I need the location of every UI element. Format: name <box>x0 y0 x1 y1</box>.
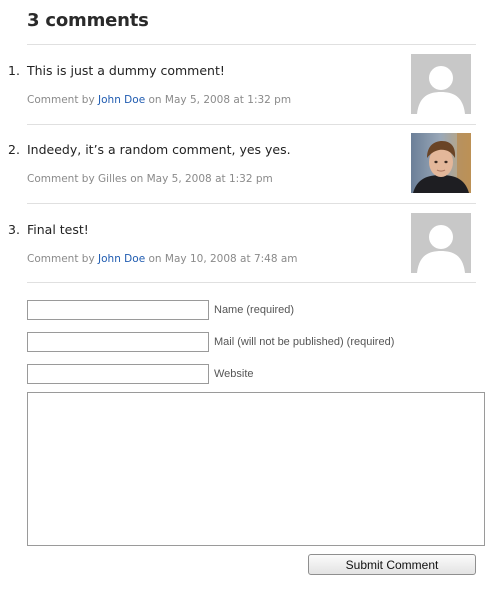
comment-meta: Comment by Gilles on May 5, 2008 at 1:32… <box>27 173 273 185</box>
user-photo-avatar <box>411 133 471 193</box>
name-label: Name (required) <box>214 304 295 316</box>
comment-number: 1. <box>8 63 20 78</box>
comment-author-link[interactable]: John Doe <box>98 94 145 106</box>
comment-item: 1. This is just a dummy comment! Comment… <box>0 54 500 141</box>
default-avatar-icon <box>411 54 471 114</box>
default-avatar-icon <box>411 213 471 273</box>
comment-date: on May 10, 2008 at 7:48 am <box>148 253 298 265</box>
comment-meta: Comment by John Doe on May 5, 2008 at 1:… <box>27 94 291 106</box>
comment-author-link[interactable]: John Doe <box>98 253 145 265</box>
comment-meta-prefix: Comment by <box>27 173 95 185</box>
comment-number: 3. <box>8 222 20 237</box>
website-field-row: Website <box>27 364 427 384</box>
comment-text: Final test! <box>27 222 89 237</box>
comment-text: This is just a dummy comment! <box>27 63 225 78</box>
submit-comment-button[interactable]: Submit Comment <box>308 554 476 575</box>
comment-author: Gilles <box>98 173 127 185</box>
divider <box>27 282 476 283</box>
comment-meta-prefix: Comment by <box>27 94 95 106</box>
comment-meta: Comment by John Doe on May 10, 2008 at 7… <box>27 253 298 265</box>
comment-date: on May 5, 2008 at 1:32 pm <box>148 94 292 106</box>
mail-input[interactable] <box>27 332 209 352</box>
comment-meta-prefix: Comment by <box>27 253 95 265</box>
comment-item: 3. Final test! Comment by John Doe on Ma… <box>0 213 500 300</box>
comment-text: Indeedy, it’s a random comment, yes yes. <box>27 142 291 157</box>
mail-field-row: Mail (will not be published) (required) <box>27 332 427 352</box>
comment-date: on May 5, 2008 at 1:32 pm <box>130 173 273 185</box>
name-field-row: Name (required) <box>27 300 427 320</box>
comments-count-heading: 3 comments <box>27 10 149 31</box>
name-input[interactable] <box>27 300 209 320</box>
comment-item: 2. Indeedy, it’s a random comment, yes y… <box>0 133 500 220</box>
divider <box>27 203 476 204</box>
website-input[interactable] <box>27 364 209 384</box>
mail-label: Mail (will not be published) (required) <box>214 336 395 348</box>
divider <box>27 44 476 45</box>
divider <box>27 124 476 125</box>
comment-number: 2. <box>8 142 20 157</box>
comment-textarea[interactable] <box>27 392 485 546</box>
website-label: Website <box>214 368 254 380</box>
